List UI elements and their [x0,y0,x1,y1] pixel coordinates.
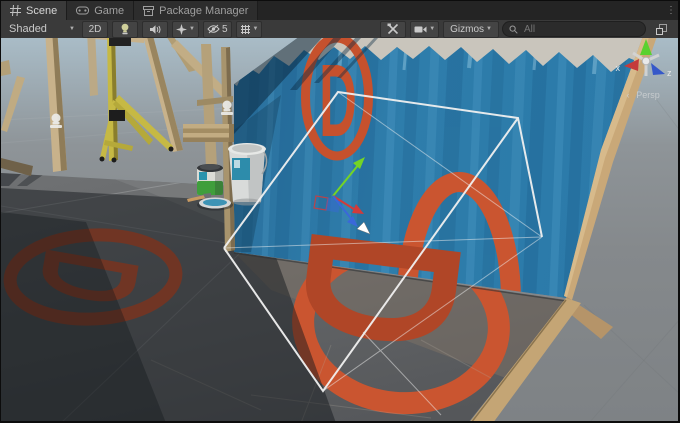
grid-snap-icon [240,24,251,35]
package-icon [143,6,154,16]
effects-icon [176,24,187,35]
lumber-stack[interactable] [183,124,234,142]
tab-label: Scene [26,5,57,17]
search-input[interactable] [522,23,639,36]
toggle-2d-button[interactable]: 2D [82,21,108,38]
overlays-button[interactable] [649,22,673,37]
gamepad-icon [76,6,89,15]
paint-can[interactable] [197,164,223,195]
chevron-down-icon: ▼ [429,26,435,32]
chevron-down-icon: ▼ [486,26,492,32]
draw-mode-dropdown[interactable]: Shaded ▼ [5,22,79,37]
tab-overflow-menu[interactable]: ⋮ [664,1,678,20]
tab-bar-empty [258,1,664,20]
chevron-down-icon: ▼ [69,26,75,32]
scene-search-field[interactable] [502,21,646,37]
overlays-icon [656,24,667,35]
hidden-object-count: 5 [222,24,228,35]
visibility-icon [207,24,220,34]
axis-label-x: x [616,63,621,73]
light-icon [120,23,130,35]
tab-game[interactable]: Game [67,1,134,20]
scene-visibility-button[interactable]: 5 [203,21,232,38]
audio-icon [149,24,161,35]
scene-grid-icon [10,5,21,16]
tools-icon [387,23,399,35]
projection-label[interactable]: Persp [636,90,660,100]
view-tool-settings-button[interactable] [380,21,406,38]
camera-icon [414,25,427,34]
tab-label: Game [94,5,124,17]
grid-snap-dropdown[interactable]: ▼ [236,21,263,38]
scene-effects-dropdown[interactable]: ▼ [172,21,199,38]
chevron-down-icon: ▼ [253,26,259,32]
chevron-down-icon: ▼ [189,26,195,32]
scene-audio-button[interactable] [142,21,168,38]
scene-lighting-button[interactable] [112,21,138,38]
scene-camera-dropdown[interactable]: ▼ [410,21,439,38]
gizmos-dropdown[interactable]: Gizmos ▼ [443,21,499,38]
tab-package-manager[interactable]: Package Manager [134,1,258,20]
scene-view-toolbar: Shaded ▼ 2D ▼ 5 [1,20,678,38]
projection-arrow: ‹ [627,90,630,100]
scene-viewport[interactable]: D [1,38,678,421]
draw-mode-label: Shaded [9,23,47,35]
axis-label-z: z [667,68,672,78]
tab-bar: Scene Game Package Manager ⋮ [1,1,678,20]
gizmos-label: Gizmos [450,24,484,35]
search-icon [509,25,518,34]
tab-label: Package Manager [159,5,248,17]
tab-scene[interactable]: Scene [1,1,67,20]
unity-editor-window: Scene Game Package Manager ⋮ Shaded ▼ 2D [0,0,680,423]
